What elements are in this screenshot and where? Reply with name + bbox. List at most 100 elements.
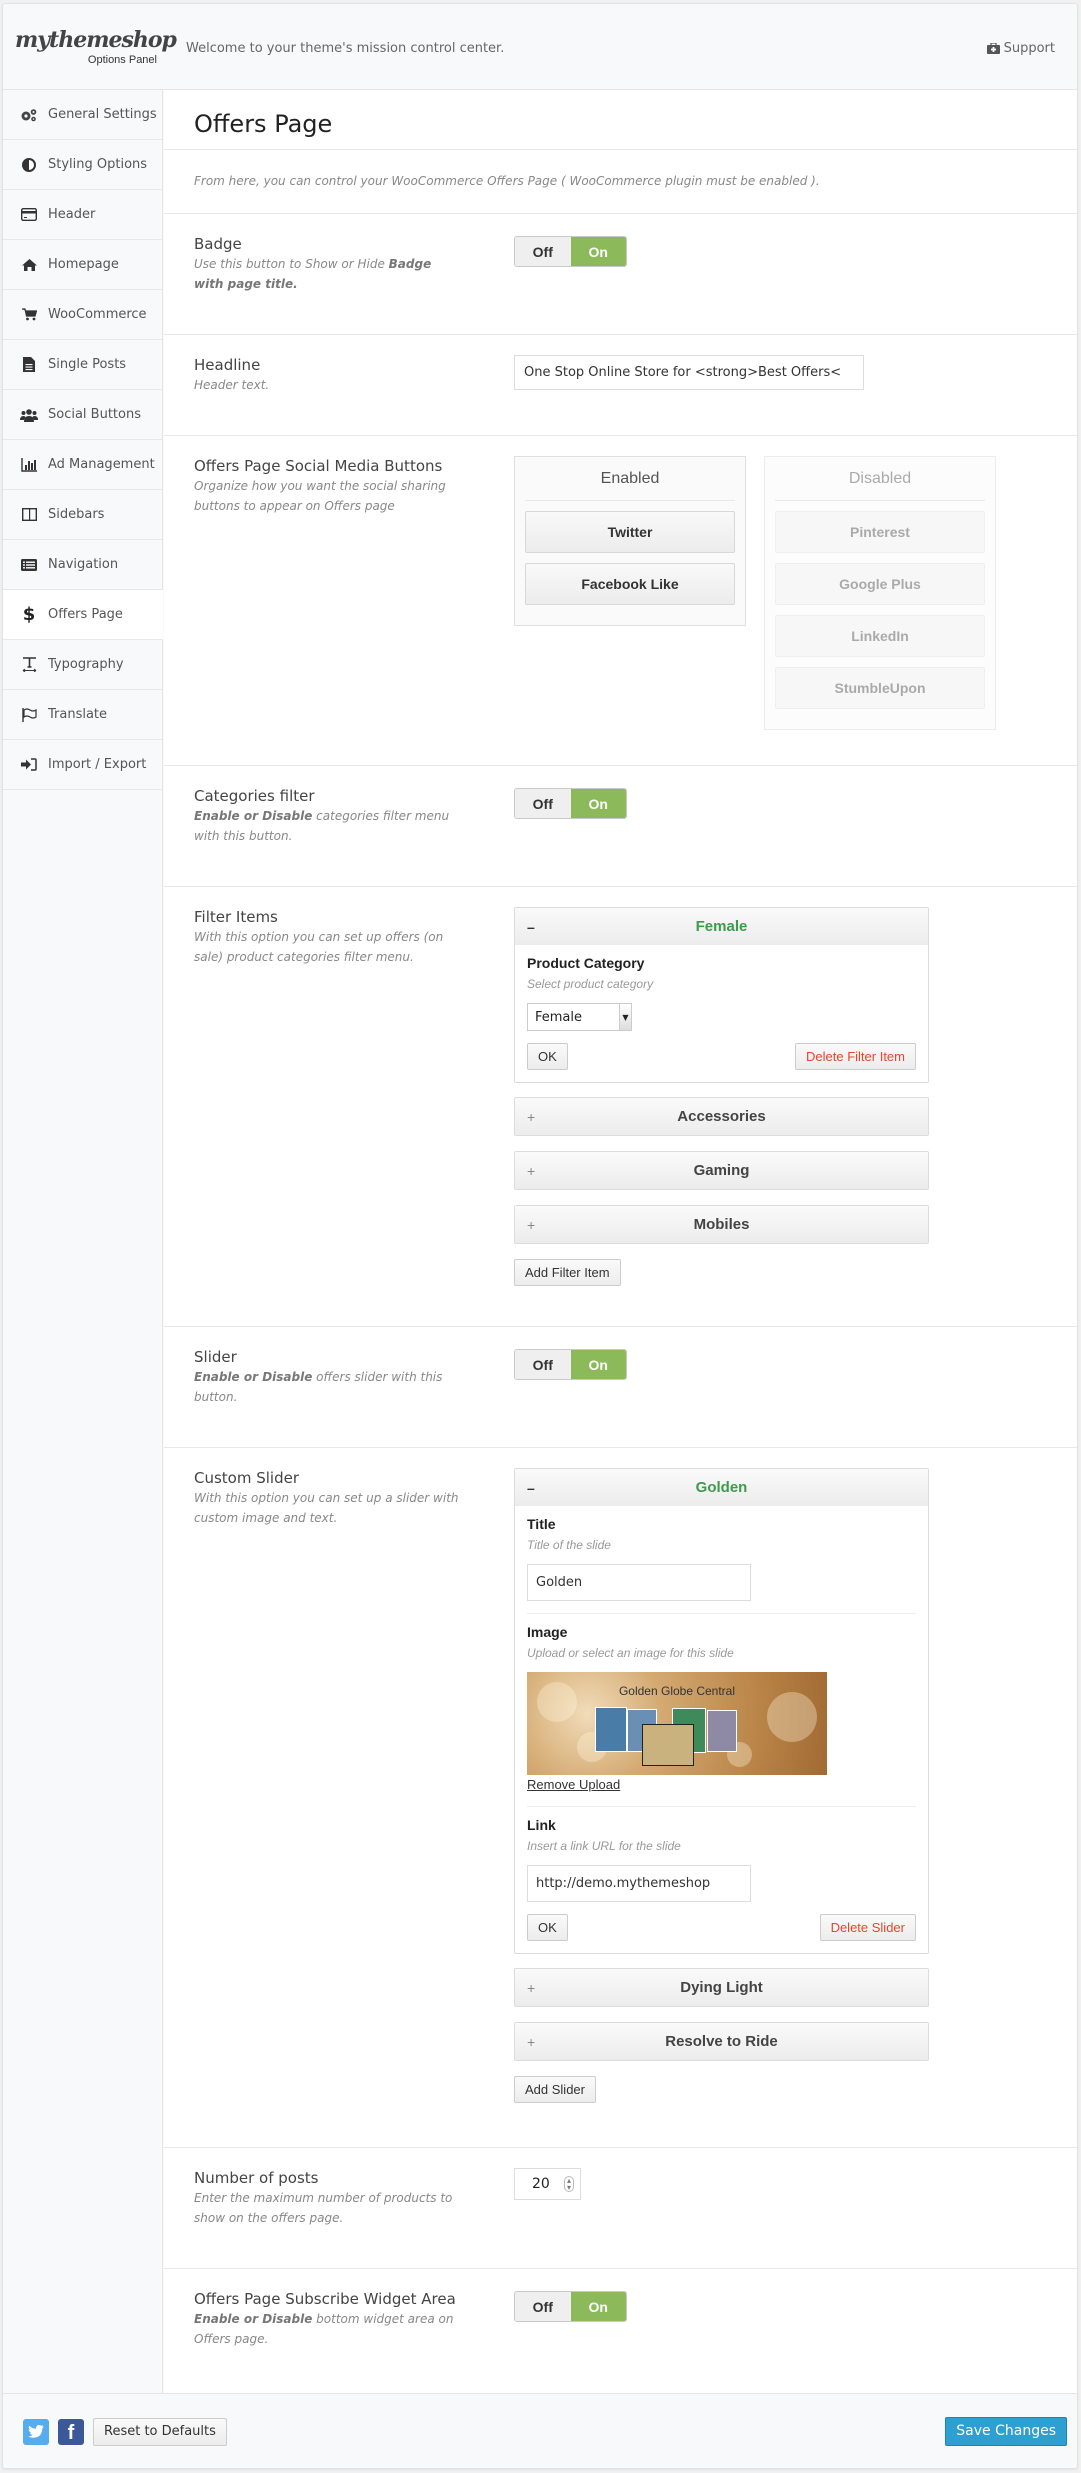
image-caption: Golden Globe Central	[618, 1684, 736, 1698]
categories-filter-desc: Enable or Disable categories filter menu…	[194, 809, 450, 843]
sidebar-item-translate[interactable]: Translate	[3, 690, 162, 740]
filter-items-title: Filter Items	[194, 908, 278, 926]
disabled-heading: Disabled	[775, 457, 985, 501]
support-link[interactable]: Support	[986, 41, 1055, 56]
sidebar-item-label: WooCommerce	[48, 307, 147, 322]
link-label: Link	[527, 1817, 556, 1833]
filter-item-title: Accessories	[677, 1108, 766, 1125]
sidebar-item-ad-management[interactable]: Ad Management	[3, 440, 162, 490]
subscribe-desc: Enable or Disable bottom widget area on …	[194, 2312, 454, 2346]
reset-to-defaults-button[interactable]: Reset to Defaults	[93, 2417, 227, 2446]
slide-dying-light[interactable]: + Dying Light	[514, 1968, 929, 2007]
sortable-pinterest[interactable]: Pinterest	[775, 511, 985, 553]
badge-desc: Use this button to Show or Hide Badge wi…	[194, 257, 432, 291]
toggle-on[interactable]: On	[570, 237, 626, 266]
filter-item-gaming[interactable]: + Gaming	[514, 1151, 929, 1190]
dollar-icon: $	[22, 604, 36, 625]
toggle-off[interactable]: Off	[515, 2292, 571, 2321]
sidebar-item-general-settings[interactable]: General Settings	[3, 90, 162, 140]
sidebar-item-homepage[interactable]: Homepage	[3, 240, 162, 290]
sidebar-item-import-export[interactable]: Import / Export	[3, 740, 162, 790]
ok-button[interactable]: OK	[527, 1914, 568, 1941]
facebook-icon[interactable]: f	[58, 2418, 84, 2445]
product-category-select[interactable]: Female ▼	[527, 1003, 632, 1031]
product-category-desc: Select product category	[527, 977, 654, 991]
toggle-off[interactable]: Off	[515, 789, 571, 818]
remove-upload-link[interactable]: Remove Upload	[527, 1777, 620, 1792]
expand-icon[interactable]: +	[527, 1163, 535, 1179]
sidebar-item-label: Typography	[48, 657, 124, 672]
divider	[527, 1613, 916, 1614]
sidebar-item-typography[interactable]: Typography	[3, 640, 162, 690]
add-slider-button[interactable]: Add Slider	[514, 2076, 596, 2103]
badge-toggle[interactable]: Off On	[514, 236, 627, 267]
slide-title: Dying Light	[680, 1979, 763, 1996]
enabled-heading: Enabled	[525, 457, 735, 501]
sidebar-item-sidebars[interactable]: Sidebars	[3, 490, 162, 540]
footer-bar: f Reset to Defaults Save Changes	[3, 2393, 1077, 2469]
delete-slider-button[interactable]: Delete Slider	[819, 1914, 916, 1941]
gears-icon	[18, 108, 40, 122]
filter-item-mobiles[interactable]: + Mobiles	[514, 1205, 929, 1244]
slider-toggle[interactable]: Off On	[514, 1349, 627, 1380]
spinner-icon[interactable]: ▴ ▾	[563, 2176, 574, 2192]
sidebar-item-styling-options[interactable]: Styling Options	[3, 140, 162, 190]
slide-title-input[interactable]: Golden	[527, 1564, 751, 1601]
toggle-on[interactable]: On	[570, 2292, 626, 2321]
home-icon	[18, 258, 40, 271]
sortable-stumbleupon[interactable]: StumbleUpon	[775, 667, 985, 709]
ok-button[interactable]: OK	[527, 1043, 568, 1070]
expand-icon[interactable]: +	[527, 1109, 535, 1125]
add-filter-item-button[interactable]: Add Filter Item	[514, 1259, 621, 1286]
expand-icon[interactable]: +	[527, 1217, 535, 1233]
custom-slider-section: Custom Slider With this option you can s…	[164, 1448, 1077, 2148]
sortable-google-plus[interactable]: Google Plus	[775, 563, 985, 605]
main-content: Offers Page From here, you can control y…	[164, 90, 1077, 2393]
delete-filter-item-button[interactable]: Delete Filter Item	[795, 1043, 916, 1070]
categories-filter-title: Categories filter	[194, 787, 315, 805]
slider-title: Slider	[194, 1348, 237, 1366]
sidebar-item-social-buttons[interactable]: Social Buttons	[3, 390, 162, 440]
twitter-icon[interactable]	[23, 2418, 49, 2445]
subscribe-toggle[interactable]: Off On	[514, 2291, 627, 2322]
image-label: Image	[527, 1624, 568, 1640]
collapse-icon[interactable]: –	[527, 919, 535, 935]
sidebar-item-label: Import / Export	[48, 757, 147, 772]
sidebar-item-single-posts[interactable]: Single Posts	[3, 340, 162, 390]
title-desc: Title of the slide	[527, 1538, 611, 1552]
sidebar-item-woocommerce[interactable]: WooCommerce	[3, 290, 162, 340]
filter-item-header[interactable]: – Female	[515, 908, 928, 945]
categories-filter-toggle[interactable]: Off On	[514, 788, 627, 819]
sidebar-item-navigation[interactable]: Navigation	[3, 540, 162, 590]
filter-items-section: Filter Items With this option you can se…	[164, 887, 1077, 1327]
filter-item-title: Mobiles	[693, 1216, 750, 1233]
custom-slider-desc: With this option you can set up a slider…	[194, 1491, 459, 1525]
toggle-off[interactable]: Off	[515, 237, 571, 266]
sidebar-item-label: Social Buttons	[48, 407, 141, 422]
filter-item-title: Gaming	[693, 1162, 750, 1179]
number-of-posts-input[interactable]: 20 ▴ ▾	[514, 2168, 581, 2200]
expand-icon[interactable]: +	[527, 1980, 535, 1996]
sidebar-item-header[interactable]: Header	[3, 190, 162, 240]
sortable-linkedin[interactable]: LinkedIn	[775, 615, 985, 657]
page-title: Offers Page	[164, 90, 1077, 150]
slide-header[interactable]: – Golden	[515, 1469, 928, 1506]
social-title: Offers Page Social Media Buttons	[194, 457, 443, 475]
collapse-icon[interactable]: –	[527, 1480, 535, 1496]
sidebar-item-label: Single Posts	[48, 357, 127, 372]
sidebar-item-offers-page[interactable]: $ Offers Page	[3, 590, 163, 640]
slide-link-input[interactable]: http://demo.mythemeshop	[527, 1865, 751, 1902]
toggle-on[interactable]: On	[570, 789, 626, 818]
save-changes-button[interactable]: Save Changes	[945, 2417, 1067, 2446]
filter-item-title: Female	[695, 918, 748, 935]
top-bar: mythemeshop Options Panel Welcome to you…	[3, 4, 1077, 90]
slide-resolve-to-ride[interactable]: + Resolve to Ride	[514, 2022, 929, 2061]
sortable-facebook-like[interactable]: Facebook Like	[525, 563, 735, 605]
toggle-off[interactable]: Off	[515, 1350, 571, 1379]
headline-input[interactable]: One Stop Online Store for <strong>Best O…	[514, 355, 864, 390]
subscribe-widget-section: Offers Page Subscribe Widget Area Enable…	[164, 2269, 1077, 2399]
toggle-on[interactable]: On	[570, 1350, 626, 1379]
filter-item-accessories[interactable]: + Accessories	[514, 1097, 929, 1136]
sortable-twitter[interactable]: Twitter	[525, 511, 735, 553]
expand-icon[interactable]: +	[527, 2034, 535, 2050]
